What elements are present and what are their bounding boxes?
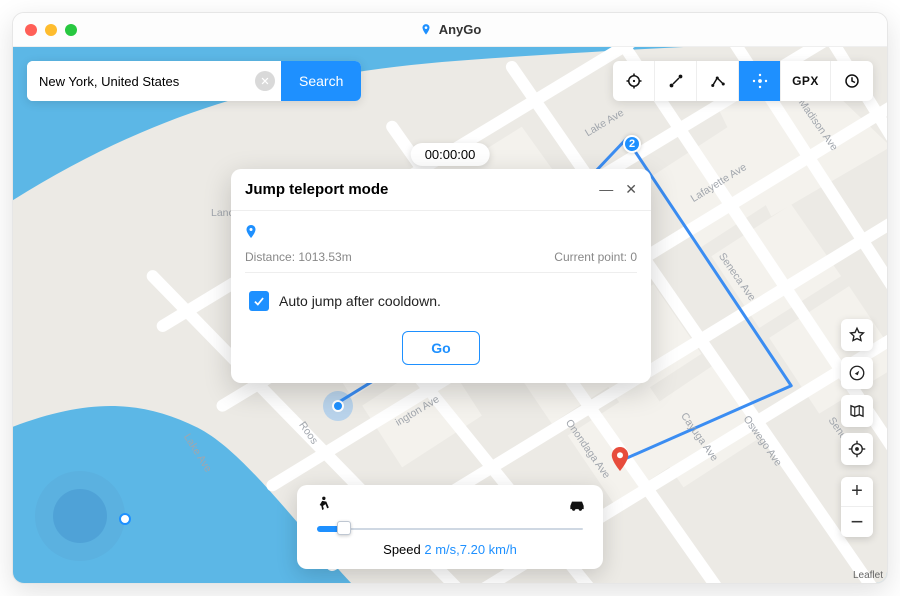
destination-pin-icon bbox=[611, 447, 629, 476]
clear-icon[interactable] bbox=[255, 71, 275, 91]
route-timer: 00:00:00 bbox=[411, 143, 490, 166]
dialog-meta: Distance: 1013.53m Current point: 0 bbox=[245, 250, 637, 273]
favorite-button[interactable] bbox=[841, 319, 873, 351]
speed-label: Speed 2 m/s,7.20 km/h bbox=[313, 542, 587, 557]
map-side-tools: + − bbox=[841, 319, 873, 537]
app-title-text: AnyGo bbox=[439, 22, 482, 37]
auto-jump-label: Auto jump after cooldown. bbox=[279, 293, 441, 309]
speed-slider-knob[interactable] bbox=[337, 521, 351, 535]
search-input[interactable] bbox=[27, 61, 255, 101]
dialog-title: Jump teleport mode bbox=[245, 181, 388, 198]
titlebar: AnyGo bbox=[13, 13, 887, 47]
current-point-text: Current point: 0 bbox=[554, 250, 637, 264]
auto-jump-checkbox[interactable] bbox=[249, 291, 269, 311]
map-attribution: Leaflet bbox=[853, 570, 883, 581]
multi-spot-mode-button[interactable] bbox=[697, 61, 739, 101]
search-wrap: Search bbox=[27, 61, 361, 101]
map-canvas[interactable]: Lake Ave Lafayette Ave Madison Ave Senec… bbox=[13, 47, 887, 583]
mode-toolbar: GPX bbox=[613, 61, 873, 101]
compass-button[interactable] bbox=[841, 357, 873, 389]
window-controls bbox=[25, 24, 77, 36]
zoom-controls: + − bbox=[841, 477, 873, 537]
top-controls: Search GPX bbox=[27, 61, 873, 101]
app-title: AnyGo bbox=[419, 22, 482, 37]
route-start-pin-icon bbox=[245, 219, 637, 250]
history-button[interactable] bbox=[831, 61, 873, 101]
walk-icon bbox=[313, 495, 333, 520]
speed-panel: Speed 2 m/s,7.20 km/h bbox=[297, 485, 603, 569]
map-style-button[interactable] bbox=[841, 395, 873, 427]
go-button[interactable]: Go bbox=[402, 331, 479, 365]
search-button[interactable]: Search bbox=[281, 61, 361, 101]
route-point-badge: 2 bbox=[623, 135, 641, 153]
dialog-header: Jump teleport mode — ✕ bbox=[231, 169, 651, 211]
virtual-joystick[interactable] bbox=[35, 471, 125, 561]
jump-teleport-dialog: Jump teleport mode — ✕ Distance: 1013.53… bbox=[231, 169, 651, 383]
distance-text: Distance: 1013.53m bbox=[245, 250, 352, 264]
close-dialog-button[interactable]: ✕ bbox=[625, 181, 637, 198]
close-window-button[interactable] bbox=[25, 24, 37, 36]
teleport-mode-button[interactable] bbox=[613, 61, 655, 101]
fullscreen-window-button[interactable] bbox=[65, 24, 77, 36]
recenter-button[interactable] bbox=[841, 433, 873, 465]
jump-teleport-mode-button[interactable] bbox=[739, 61, 781, 101]
speed-slider[interactable] bbox=[317, 526, 583, 532]
current-location-dot bbox=[323, 391, 353, 421]
joystick-handle-icon[interactable] bbox=[119, 513, 131, 525]
app-window: AnyGo bbox=[12, 12, 888, 584]
car-icon bbox=[567, 495, 587, 520]
minimize-window-button[interactable] bbox=[45, 24, 57, 36]
pin-icon bbox=[419, 23, 433, 37]
zoom-out-button[interactable]: − bbox=[841, 507, 873, 537]
two-spot-mode-button[interactable] bbox=[655, 61, 697, 101]
minimize-dialog-button[interactable]: — bbox=[599, 181, 613, 198]
gpx-button[interactable]: GPX bbox=[781, 61, 831, 101]
zoom-in-button[interactable]: + bbox=[841, 477, 873, 507]
